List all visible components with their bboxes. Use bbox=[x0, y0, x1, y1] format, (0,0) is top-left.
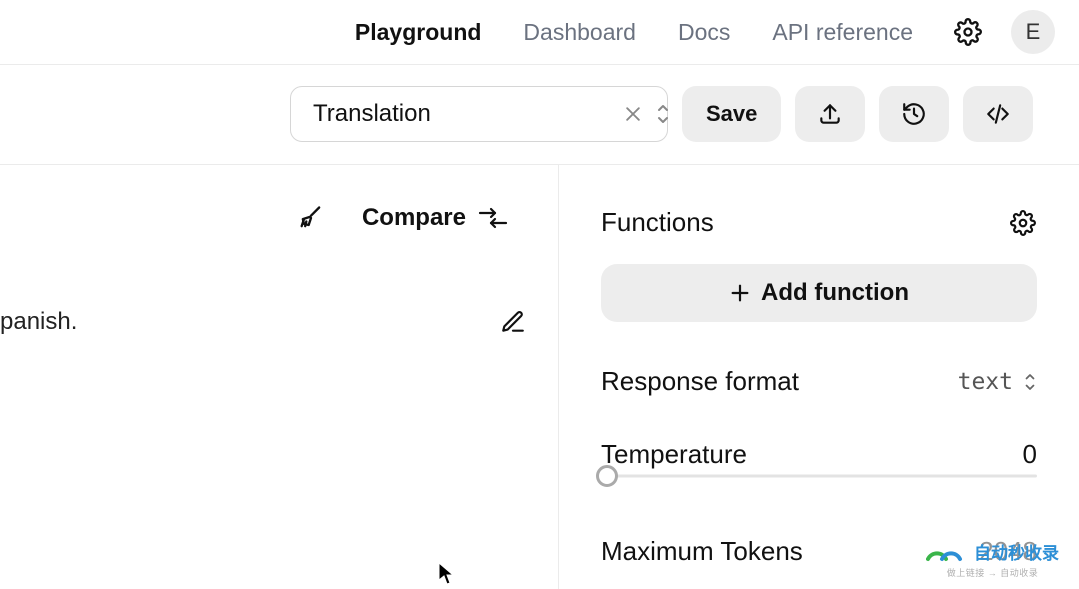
plus-icon bbox=[729, 282, 751, 304]
preset-name-input[interactable] bbox=[313, 100, 623, 128]
broom-icon bbox=[297, 204, 325, 232]
history-button[interactable] bbox=[879, 86, 949, 142]
max-tokens-row: Maximum Tokens 2048 bbox=[601, 536, 1037, 567]
functions-title: Functions bbox=[601, 207, 714, 238]
preset-name-field[interactable] bbox=[290, 86, 668, 142]
nav-tab-api-reference[interactable]: API reference bbox=[772, 19, 913, 46]
max-tokens-label: Maximum Tokens bbox=[601, 536, 803, 567]
divider bbox=[0, 64, 1079, 65]
clear-conversation-button[interactable] bbox=[296, 203, 326, 233]
compare-button[interactable]: Compare bbox=[362, 204, 508, 232]
x-icon bbox=[623, 104, 643, 124]
preset-select-toggle[interactable] bbox=[655, 102, 671, 126]
settings-button[interactable] bbox=[953, 17, 983, 47]
main: Compare panish. Functions bbox=[0, 165, 1079, 589]
toolbar: Save bbox=[0, 64, 1079, 164]
slider-track bbox=[607, 475, 1037, 478]
edit-prompt-button[interactable] bbox=[498, 307, 528, 337]
functions-settings-button[interactable] bbox=[1009, 209, 1037, 237]
response-format-select[interactable]: text bbox=[958, 369, 1037, 395]
response-format-value: text bbox=[958, 369, 1013, 395]
gear-icon bbox=[1010, 210, 1036, 236]
save-button[interactable]: Save bbox=[682, 86, 781, 142]
nav-tab-playground[interactable]: Playground bbox=[355, 19, 482, 46]
share-button[interactable] bbox=[795, 86, 865, 142]
max-tokens-value[interactable]: 2048 bbox=[979, 536, 1037, 567]
gear-icon bbox=[954, 18, 982, 46]
nav-tab-docs[interactable]: Docs bbox=[678, 19, 730, 46]
slider-thumb[interactable] bbox=[596, 465, 618, 487]
clear-button[interactable] bbox=[623, 102, 643, 126]
code-icon bbox=[984, 101, 1012, 127]
system-prompt-row: panish. bbox=[0, 307, 558, 337]
right-pane: Functions Add function Response format t… bbox=[559, 165, 1079, 589]
response-format-label: Response format bbox=[601, 366, 799, 397]
avatar[interactable]: E bbox=[1011, 10, 1055, 54]
compare-label: Compare bbox=[362, 204, 466, 232]
upload-icon bbox=[817, 101, 843, 127]
top-nav: Playground Dashboard Docs API reference … bbox=[0, 0, 1079, 64]
left-tools: Compare bbox=[296, 203, 508, 233]
functions-header: Functions bbox=[601, 207, 1037, 238]
code-button[interactable] bbox=[963, 86, 1033, 142]
temperature-slider[interactable] bbox=[601, 464, 1037, 488]
left-pane: Compare panish. bbox=[0, 165, 558, 589]
system-prompt-text: panish. bbox=[0, 308, 486, 336]
chevrons-updown-icon bbox=[1023, 372, 1037, 392]
compare-icon bbox=[478, 206, 508, 230]
history-icon bbox=[901, 101, 927, 127]
response-format-row: Response format text bbox=[601, 366, 1037, 397]
add-function-label: Add function bbox=[761, 279, 909, 307]
edit-icon bbox=[500, 309, 526, 335]
add-function-button[interactable]: Add function bbox=[601, 264, 1037, 322]
nav-right: E bbox=[953, 10, 1055, 54]
chevrons-updown-icon bbox=[655, 103, 671, 125]
nav-links: Playground Dashboard Docs API reference bbox=[355, 19, 913, 46]
nav-tab-dashboard[interactable]: Dashboard bbox=[523, 19, 636, 46]
